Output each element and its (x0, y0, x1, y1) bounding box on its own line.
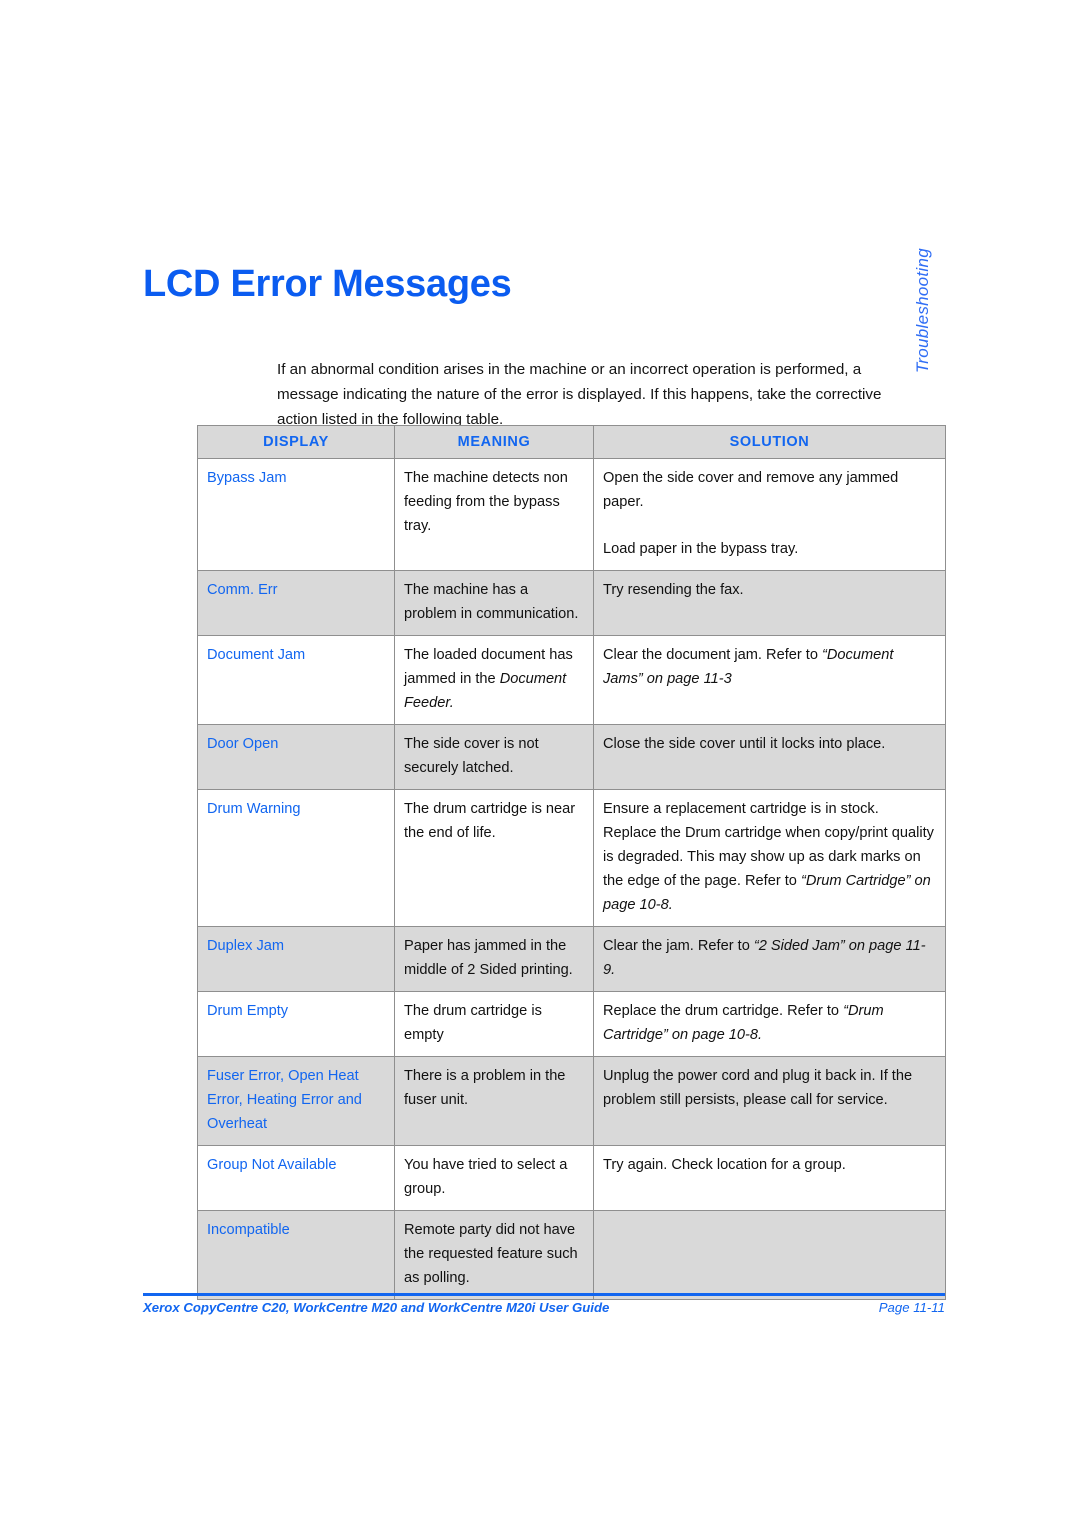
solution-paragraph: Open the side cover and remove any jamme… (603, 470, 899, 510)
cell-meaning: The machine detects non feeding from the… (394, 458, 594, 571)
cell-display: Comm. Err (197, 570, 395, 636)
column-header-display: DISPLAY (197, 425, 395, 459)
table-row: Incompatible Remote party did not have th… (197, 1210, 946, 1300)
cell-display: Drum Empty (197, 991, 395, 1057)
cell-meaning: Remote party did not have the requested … (394, 1210, 594, 1300)
cell-meaning: The loaded document has jammed in the Do… (394, 635, 594, 725)
footer-divider (143, 1293, 945, 1296)
column-header-solution: SOLUTION (593, 425, 946, 459)
cell-solution: Clear the jam. Refer to “2 Sided Jam” on… (593, 926, 946, 992)
cell-meaning: The drum cartridge is empty (394, 991, 594, 1057)
cell-meaning: You have tried to select a group. (394, 1145, 594, 1211)
cell-solution: Close the side cover until it locks into… (593, 724, 946, 790)
cell-solution: Try again. Check location for a group. (593, 1145, 946, 1211)
chapter-tab: Troubleshooting (913, 88, 933, 373)
solution-text: Clear the document jam. Refer to (603, 647, 823, 663)
solution-paragraph: Close the side cover until it locks into… (603, 736, 886, 752)
solution-paragraph: Load paper in the bypass tray. (603, 541, 799, 557)
table-row: Fuser Error, Open Heat Error, Heating Er… (197, 1056, 946, 1146)
cell-display: Duplex Jam (197, 926, 395, 992)
table-header-row: DISPLAY MEANING SOLUTION (197, 425, 946, 459)
table-row: Bypass Jam The machine detects non feedin… (197, 458, 946, 571)
page-title: LCD Error Messages (143, 263, 512, 306)
table-body: Bypass Jam The machine detects non feedin… (197, 458, 946, 1300)
chapter-tab-label: Troubleshooting (913, 248, 932, 374)
cell-solution: Try resending the fax. (593, 570, 946, 636)
lcd-error-messages-table: DISPLAY MEANING SOLUTION Bypass Jam The m… (197, 425, 946, 1300)
cell-solution: Ensure a replacement cartridge is in sto… (593, 789, 946, 927)
table-row: Comm. Err The machine has a problem in co… (197, 570, 946, 636)
solution-text: Clear the jam. Refer to (603, 938, 754, 954)
table-row: Duplex Jam Paper has jammed in the middle… (197, 926, 946, 992)
cell-solution: Clear the document jam. Refer to “Docume… (593, 635, 946, 725)
cell-display: Fuser Error, Open Heat Error, Heating Er… (197, 1056, 395, 1146)
column-header-meaning: MEANING (394, 425, 594, 459)
solution-paragraph: Unplug the power cord and plug it back i… (603, 1068, 913, 1108)
solution-text: Replace the drum cartridge. Refer to (603, 1003, 844, 1019)
cell-display: Door Open (197, 724, 395, 790)
cell-meaning: Paper has jammed in the middle of 2 Side… (394, 926, 594, 992)
cell-meaning: The machine has a problem in communicati… (394, 570, 594, 636)
cell-solution: Open the side cover and remove any jamme… (593, 458, 946, 571)
cell-display: Group Not Available (197, 1145, 395, 1211)
solution-paragraph: Try resending the fax. (603, 582, 744, 598)
footer-page-number: Page 11-11 (878, 1300, 945, 1315)
intro-paragraph: If an abnormal condition arises in the m… (277, 361, 882, 429)
cell-meaning: There is a problem in the fuser unit. (394, 1056, 594, 1146)
cell-display: Document Jam (197, 635, 395, 725)
cell-display: Bypass Jam (197, 458, 395, 571)
table-row: Group Not Available You have tried to sel… (197, 1145, 946, 1211)
table-row: Drum Warning The drum cartridge is near t… (197, 789, 946, 927)
table-row: Drum Empty The drum cartridge is empty Rep… (197, 991, 946, 1057)
cell-display: Drum Warning (197, 789, 395, 927)
cell-solution: Replace the drum cartridge. Refer to “Dr… (593, 991, 946, 1057)
table-row: Door Open The side cover is not securely … (197, 724, 946, 790)
table-row: Document Jam The loaded document has jamm… (197, 635, 946, 725)
cell-meaning: The drum cartridge is near the end of li… (394, 789, 594, 927)
cell-meaning: The side cover is not securely latched. (394, 724, 594, 790)
cell-display: Incompatible (197, 1210, 395, 1300)
solution-paragraph: Try again. Check location for a group. (603, 1157, 846, 1173)
cell-solution (593, 1210, 946, 1300)
cell-solution: Unplug the power cord and plug it back i… (593, 1056, 946, 1146)
